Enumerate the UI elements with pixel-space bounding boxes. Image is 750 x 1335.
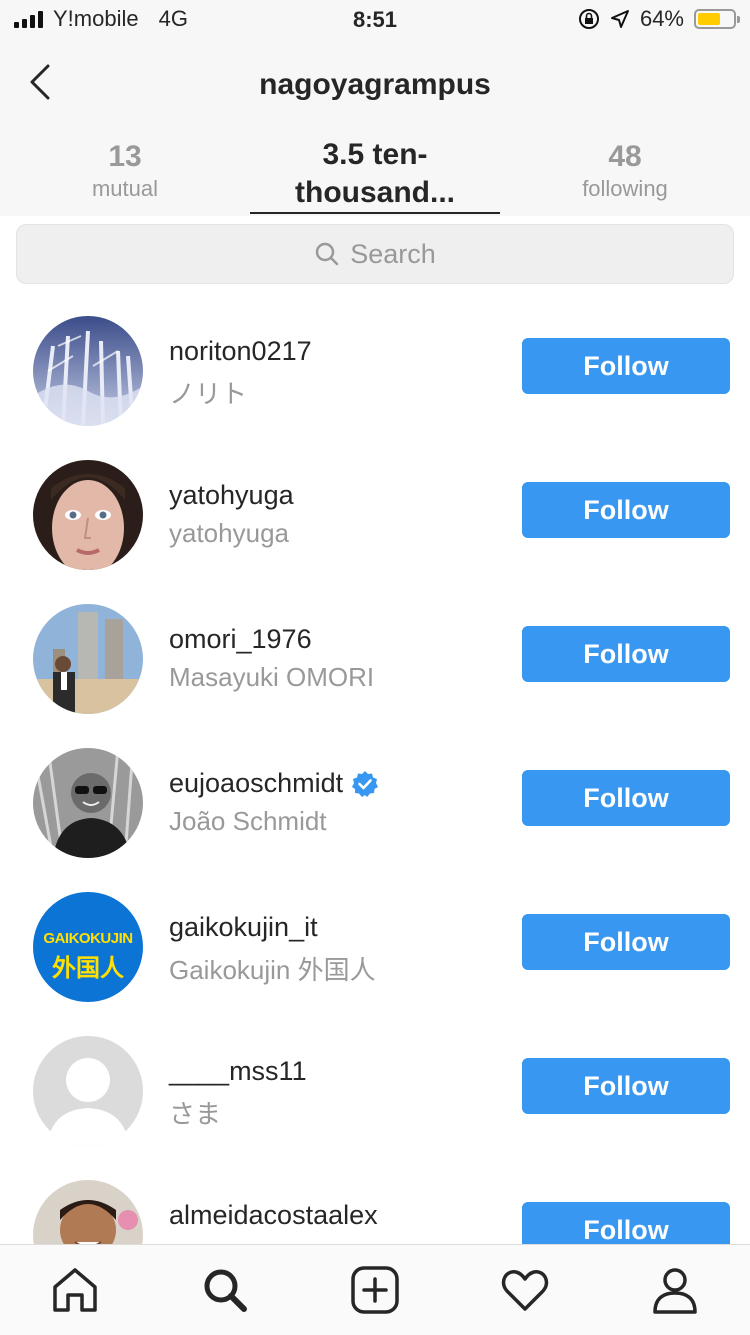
avatar[interactable] xyxy=(33,1036,143,1146)
username-text: ____mss11 xyxy=(169,1056,307,1086)
active-tab-indicator xyxy=(250,212,500,214)
username[interactable]: gaikokujin_it xyxy=(169,912,318,943)
status-right: 64% xyxy=(578,6,740,32)
list-item[interactable]: noriton0217 ノリト Follow xyxy=(0,316,750,460)
tab-mutual-label: mutual xyxy=(91,176,159,201)
full-name: ノリト xyxy=(169,379,248,409)
username[interactable]: yatohyuga xyxy=(169,480,294,511)
search-input[interactable]: Search xyxy=(16,224,734,284)
username-text: yatohyuga xyxy=(169,480,294,510)
follow-button[interactable]: Follow xyxy=(522,626,730,682)
list-item[interactable]: omori_1976 Masayuki OMORI Follow xyxy=(0,604,750,748)
avatar[interactable] xyxy=(33,604,143,714)
search-icon xyxy=(315,242,339,266)
battery-icon xyxy=(694,9,740,29)
follow-button[interactable]: Follow xyxy=(522,338,730,394)
username-text: noriton0217 xyxy=(169,336,312,366)
tab-following-label: following xyxy=(582,176,668,201)
location-icon xyxy=(610,10,629,28)
activity-heart-icon[interactable] xyxy=(500,1265,550,1315)
follow-button[interactable]: Follow xyxy=(522,482,730,538)
full-name: Masayuki OMORI xyxy=(169,662,375,692)
avatar-logo-text-1: GAIKOKUJIN xyxy=(43,930,133,947)
orientation-lock-icon xyxy=(578,9,599,29)
profile-header: nagoyagrampus 13 mutual 3.5 ten- thousan… xyxy=(0,40,750,216)
verified-badge-icon xyxy=(352,770,379,797)
avatar-logo-text-2: 外国人 xyxy=(52,955,124,982)
avatar[interactable] xyxy=(33,748,143,858)
tab-followers[interactable]: 3.5 ten- thousand... xyxy=(250,136,500,212)
list-item[interactable]: eujoaoschmidt João Schmidt Follow xyxy=(0,748,750,892)
tab-mutual[interactable]: 13 mutual xyxy=(0,140,250,202)
follow-tabs: 13 mutual 3.5 ten- thousand... 48 follow… xyxy=(0,138,750,216)
username-text: almeidacostaalex xyxy=(169,1200,378,1230)
username-text: eujoaoschmidt xyxy=(169,768,344,798)
tab-following-count: 48 xyxy=(608,140,642,173)
tab-mutual-count: 13 xyxy=(108,140,142,173)
username[interactable]: almeidacostaalex xyxy=(169,1200,378,1231)
username-text: omori_1976 xyxy=(169,624,312,654)
username[interactable]: omori_1976 xyxy=(169,624,312,655)
avatar[interactable] xyxy=(33,316,143,426)
profile-icon[interactable] xyxy=(650,1265,700,1315)
search-placeholder: Search xyxy=(350,238,436,269)
username[interactable]: ____mss11 xyxy=(169,1056,307,1087)
follow-button[interactable]: Follow xyxy=(522,1058,730,1114)
search-icon[interactable] xyxy=(200,1265,250,1315)
username[interactable]: noriton0217 xyxy=(169,336,312,367)
full-name: さま xyxy=(169,1099,222,1129)
page-title: nagoyagrampus xyxy=(259,68,491,101)
battery-percent: 64% xyxy=(639,6,684,31)
avatar[interactable]: GAIKOKUJIN 外国人 xyxy=(33,892,143,1002)
full-name: João Schmidt xyxy=(169,806,327,836)
username-text: gaikokujin_it xyxy=(169,912,318,942)
list-item[interactable]: ____mss11 さま Follow xyxy=(0,1036,750,1180)
tab-following[interactable]: 48 following xyxy=(500,140,750,202)
full-name: yatohyuga xyxy=(169,518,289,548)
full-name: Gaikokujin 外国人 xyxy=(169,955,376,985)
add-post-icon[interactable] xyxy=(350,1265,400,1315)
default-avatar-icon xyxy=(33,1036,143,1146)
username[interactable]: eujoaoschmidt xyxy=(169,768,379,799)
bottom-tab-bar xyxy=(0,1244,750,1335)
list-item[interactable]: yatohyuga yatohyuga Follow xyxy=(0,460,750,604)
home-icon[interactable] xyxy=(50,1265,100,1315)
follow-button[interactable]: Follow xyxy=(522,914,730,970)
tab-followers-line2: thousand... xyxy=(295,176,455,209)
avatar[interactable] xyxy=(33,460,143,570)
status-bar: Y!mobile 4G 8:51 64% xyxy=(0,0,750,40)
follow-button[interactable]: Follow xyxy=(522,770,730,826)
list-item[interactable]: GAIKOKUJIN 外国人 gaikokujin_it Gaikokujin … xyxy=(0,892,750,1036)
tab-followers-line1: 3.5 ten- xyxy=(322,138,428,171)
